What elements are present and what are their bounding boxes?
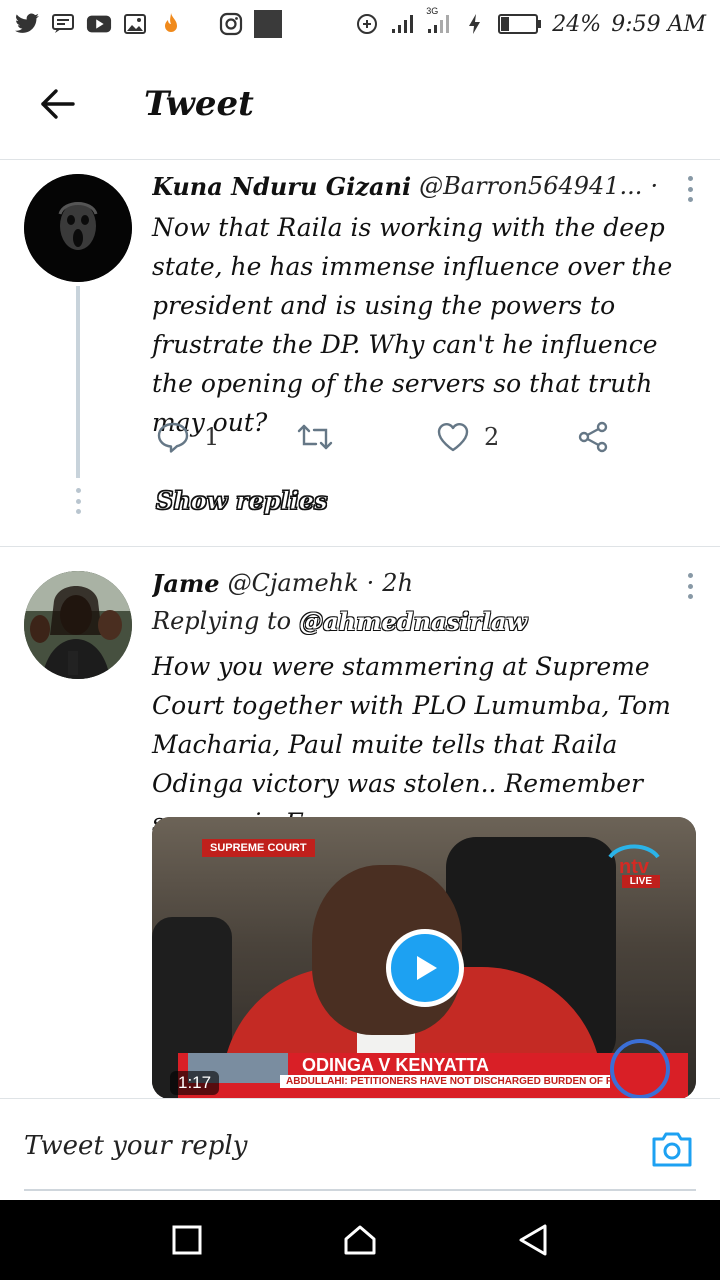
share-icon — [578, 421, 608, 453]
top-app-bar: Tweet — [0, 48, 720, 160]
instagram-icon — [218, 12, 244, 36]
clock: 9:59 AM — [611, 11, 706, 37]
reply-bar: Tweet your reply — [0, 1098, 720, 1200]
reply-action[interactable]: 1 — [156, 420, 296, 454]
share-action[interactable] — [576, 420, 610, 454]
more-options-button[interactable] — [680, 569, 700, 603]
like-count: 2 — [484, 423, 500, 451]
avatar[interactable] — [24, 174, 132, 282]
charging-icon — [462, 12, 488, 36]
display-name[interactable]: Kuna Nduru Gizani — [152, 172, 411, 201]
display-name[interactable]: Jame — [152, 569, 220, 598]
ntv-play-badge — [610, 1039, 670, 1098]
notification-icons — [14, 10, 282, 38]
live-badge: LIVE — [621, 875, 660, 888]
reply-input[interactable]: Tweet your reply — [24, 1131, 247, 1161]
separator-dot: · — [650, 172, 659, 200]
back-button[interactable] — [28, 74, 88, 134]
system-navigation-bar — [0, 1200, 720, 1280]
camera-icon — [652, 1132, 692, 1167]
back-arrow-icon — [41, 88, 75, 119]
play-icon — [417, 956, 437, 980]
twitter-icon — [14, 12, 40, 36]
back-nav-button[interactable] — [513, 1220, 553, 1260]
ghost-face-image — [24, 174, 132, 282]
user-handle[interactable]: @Cjamehk — [228, 569, 359, 597]
image-icon — [122, 12, 148, 36]
user-handle[interactable]: @Barron564941... — [419, 172, 642, 200]
video-player[interactable]: SUPREME COURT ntv LIVE ODINGA V KENYATTA… — [152, 817, 696, 1098]
battery-percent: 24% — [552, 11, 602, 37]
retweet-action[interactable] — [296, 422, 436, 452]
reply-count: 1 — [204, 423, 220, 451]
like-action[interactable]: 2 — [436, 421, 576, 453]
tweet-header: Jame @Cjamehk · 2h — [152, 565, 660, 601]
page-title: Tweet — [144, 83, 254, 124]
camera-button[interactable] — [650, 1129, 694, 1169]
headline: ODINGA V KENYATTA — [302, 1055, 490, 1075]
more-options-button[interactable] — [680, 172, 700, 206]
tweet-content: Kuna Nduru Gizani @Barron564941... · 2h … — [152, 168, 672, 442]
signal-icon — [390, 12, 416, 36]
tweet-header: Kuna Nduru Gizani @Barron564941... · 2h — [152, 168, 660, 204]
user-photo-image — [24, 571, 132, 679]
triangle-back-icon — [519, 1224, 547, 1256]
reply-underline — [24, 1189, 696, 1191]
recents-button[interactable] — [167, 1220, 207, 1260]
mention-link[interactable]: @ahmednasirlaw — [299, 607, 527, 636]
tweet[interactable]: Jame @Cjamehk · 2h Replying to @ahmednas… — [0, 547, 720, 1098]
home-button[interactable] — [340, 1220, 380, 1260]
subheadline: ABDULLAHI: PETITIONERS HAVE NOT DISCHARG… — [280, 1075, 610, 1088]
message-icon — [50, 12, 76, 36]
tweet-content: Jame @Cjamehk · 2h Replying to @ahmednas… — [152, 565, 671, 842]
data-saver-icon — [354, 12, 380, 36]
tweet-text: Now that Raila is working with the deep … — [152, 213, 673, 437]
system-status: 3G 24% 9:59 AM — [354, 6, 706, 37]
timestamp: 2h — [382, 569, 414, 597]
video-duration: 1:17 — [170, 1071, 220, 1095]
tweet-actions: 1 2 — [156, 420, 616, 454]
fire-icon — [158, 12, 184, 36]
retweet-icon — [297, 424, 333, 450]
replying-to-label: Replying to — [152, 607, 292, 635]
court-tag: SUPREME COURT — [202, 839, 315, 857]
square-icon — [172, 1225, 202, 1255]
signal-3g-icon: 3G — [426, 6, 452, 36]
heart-icon — [437, 423, 469, 452]
app-notification-icon — [254, 10, 282, 38]
tweet-text: How you were stammering at Supreme Court… — [152, 652, 671, 837]
tweet[interactable]: Kuna Nduru Gizani @Barron564941... · 2h … — [0, 160, 720, 546]
youtube-icon — [86, 12, 112, 36]
network-type-label: 3G — [426, 6, 439, 16]
play-button[interactable] — [386, 929, 464, 1007]
replying-to: Replying to @ahmednasirlaw — [152, 601, 660, 641]
separator-dot: · — [366, 569, 375, 597]
home-icon — [344, 1225, 376, 1255]
thread-dots — [73, 488, 83, 514]
reply-icon — [157, 422, 189, 453]
status-bar: 3G 24% 9:59 AM — [0, 0, 720, 48]
battery-icon — [498, 12, 542, 36]
avatar[interactable] — [24, 571, 132, 679]
show-replies-link[interactable]: Show replies — [156, 486, 329, 516]
thread-line — [76, 286, 80, 478]
